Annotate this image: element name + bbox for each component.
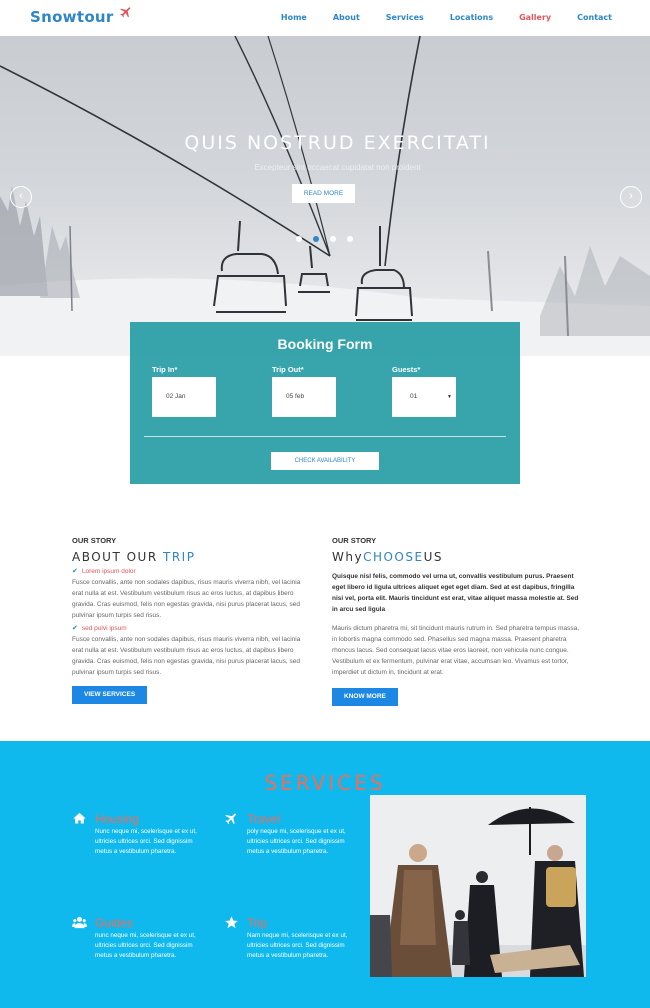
- trip-in-input[interactable]: 02 Jan: [152, 377, 216, 417]
- about-title: ABOUT OUR TRIP: [72, 550, 312, 564]
- slider-prev-button[interactable]: ‹: [10, 186, 32, 208]
- about-item-2-heading: ✔ sed pulvi ipsum: [72, 624, 312, 633]
- view-services-button[interactable]: VIEW SERVICES: [72, 686, 148, 704]
- why-title-plain: Why: [332, 550, 364, 564]
- nav-services[interactable]: Services: [386, 13, 424, 22]
- about-item-2-title: sed pulvi ipsum: [81, 624, 127, 632]
- why-section: OUR STORY WhyCHOOSEUS Quisque nisl felis…: [332, 536, 580, 706]
- service-trip: Trip Nam neque mi, scelerisque et ex ut,…: [224, 915, 349, 961]
- nav-about[interactable]: About: [333, 13, 360, 22]
- service-text: Nam neque mi, scelerisque et ex ut, ultr…: [247, 932, 348, 959]
- nav-home[interactable]: Home: [281, 13, 307, 22]
- service-name: Trip: [247, 915, 268, 930]
- guests-label: Guests*: [392, 365, 421, 374]
- brand-logo[interactable]: Snowtour: [30, 8, 114, 26]
- know-more-button[interactable]: KNOW MORE: [332, 688, 398, 706]
- check-availability-button[interactable]: CHECK AVAILABILITY: [271, 452, 379, 470]
- why-text: Mauris dictum pharetra mi, sit tincidunt…: [332, 625, 580, 676]
- service-name: Housing: [95, 811, 140, 826]
- nav-contact[interactable]: Contact: [577, 13, 612, 22]
- about-title-highlight: TRIP: [162, 550, 196, 564]
- caret-down-icon: ▼: [447, 394, 452, 400]
- plane-icon: [225, 813, 236, 825]
- booking-title: Booking Form: [277, 336, 373, 352]
- about-eyebrow: OUR STORY: [72, 536, 117, 545]
- about-item-2-text: Fusce convallis, ante non sodales dapibu…: [72, 636, 301, 676]
- services-title: SERVICES: [264, 771, 386, 795]
- why-title-end: US: [423, 550, 443, 564]
- hero-subtitle: Excepteur sint occaecat cupidatat non pr…: [254, 163, 421, 172]
- top-navbar: Snowtour Home About Services Locations G…: [0, 0, 650, 36]
- check-icon: ✔: [72, 625, 78, 632]
- why-title: WhyCHOOSEUS: [332, 550, 580, 564]
- home-icon: [73, 812, 86, 824]
- service-travel: Travel poly neque mi, scelerisque et ex …: [224, 811, 349, 857]
- about-section: OUR STORY ABOUT OUR TRIP ✔ Lorem ipsum d…: [72, 536, 312, 704]
- plane-icon: [120, 7, 131, 18]
- services-section: SERVICES Housing Nunc neque mi, sceleris…: [0, 741, 650, 1008]
- slider-dot-1[interactable]: [296, 236, 302, 242]
- main-menu: Home About Services Locations Gallery Co…: [255, 13, 612, 22]
- guests-select[interactable]: 01 ▼: [392, 377, 456, 417]
- why-eyebrow: OUR STORY: [332, 536, 377, 545]
- hero-title: QUIS NOSTRUD EXERCITATI: [184, 132, 491, 154]
- about-item-1-text: Fusce convallis, ante non sodales dapibu…: [72, 579, 301, 619]
- slider-dot-3[interactable]: [330, 236, 336, 242]
- service-name: Travel: [247, 811, 280, 826]
- service-housing: Housing Nunc neque mi, scelerisque et ex…: [72, 811, 197, 857]
- about-item-1-title: Lorem ipsum dolor: [81, 567, 136, 575]
- about-title-plain: ABOUT OUR: [72, 550, 163, 564]
- service-text: Nunc neque mi, scelerisque et ex ut, ult…: [95, 828, 197, 855]
- nav-gallery[interactable]: Gallery: [519, 13, 551, 22]
- trip-out-label: Trip Out*: [272, 365, 304, 374]
- about-item-1-heading: ✔ Lorem ipsum dolor: [72, 567, 312, 576]
- slider-dot-2[interactable]: [313, 236, 319, 242]
- star-icon: [225, 916, 238, 929]
- trip-out-input[interactable]: 05 feb: [272, 377, 336, 417]
- slider-dots: [296, 236, 353, 242]
- chevron-left-icon: ‹: [19, 190, 23, 202]
- check-icon: ✔: [72, 568, 78, 575]
- service-guides: Guides nunc neque mi, scelerisque et ex …: [72, 915, 197, 961]
- guests-value: 01: [410, 393, 418, 400]
- why-bold-text: Quisque nisl felis, commodo vel urna ut,…: [332, 573, 579, 613]
- slider-next-button[interactable]: ›: [620, 186, 642, 208]
- booking-form: Booking Form Trip In* 02 Jan Trip Out* 0…: [130, 322, 520, 484]
- trip-in-label: Trip In*: [152, 365, 178, 374]
- booking-divider: [144, 436, 506, 437]
- slider-dot-4[interactable]: [347, 236, 353, 242]
- services-photo: [370, 795, 586, 977]
- nav-locations[interactable]: Locations: [450, 13, 493, 22]
- read-more-button[interactable]: READ MORE: [292, 184, 355, 203]
- chevron-right-icon: ›: [629, 190, 633, 202]
- users-icon: [72, 916, 87, 929]
- why-title-highlight: CHOOSE: [363, 550, 424, 564]
- service-name: Guides: [95, 915, 134, 930]
- service-text: poly neque mi, scelerisque et ex ut, ult…: [247, 828, 346, 855]
- hero-slider: QUIS NOSTRUD EXERCITATI Excepteur sint o…: [0, 36, 650, 356]
- service-text: nunc neque mi, scelerisque et ex ut, ult…: [95, 932, 196, 959]
- winter-travelers-image: [370, 795, 586, 977]
